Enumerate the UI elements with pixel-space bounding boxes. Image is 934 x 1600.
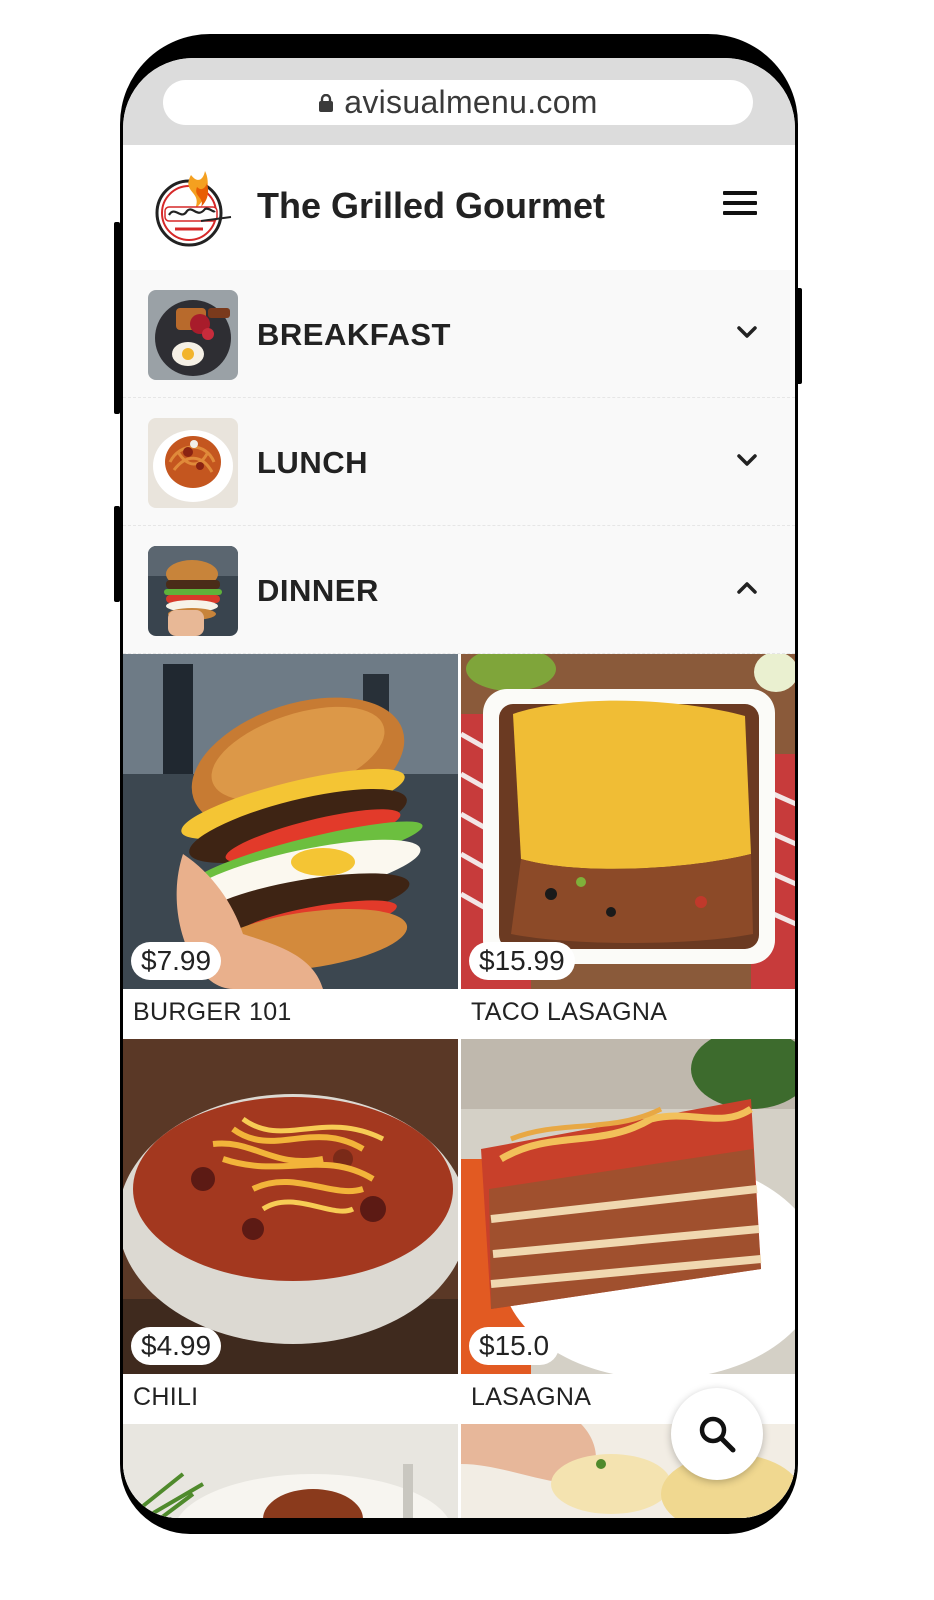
search-button[interactable]	[671, 1388, 763, 1480]
restaurant-logo	[155, 171, 232, 247]
lasagna-photo	[461, 1039, 795, 1374]
app-header: The Grilled Gourmet	[123, 145, 795, 271]
phone-side-button-right	[796, 288, 802, 384]
dinner-thumbnail	[148, 546, 238, 636]
category-label-breakfast: BREAKFAST	[257, 317, 451, 352]
url-field[interactable]: avisualmenu.com	[163, 80, 753, 125]
price-badge: $15.0	[469, 1327, 560, 1365]
menu-item-card[interactable]: $4.99 CHILI	[123, 1039, 458, 1421]
item-name: TACO LASAGNA	[471, 998, 668, 1026]
restaurant-name: The Grilled Gourmet	[257, 185, 606, 226]
lock-icon	[319, 93, 334, 112]
taco-lasagna-photo	[461, 654, 795, 989]
burger-photo	[123, 654, 458, 989]
category-dinner[interactable]: DINNER	[123, 526, 795, 654]
phone-screen: avisualmenu.com The Grilled Gourmet BREA…	[123, 58, 795, 1518]
phone-side-button-left-bottom	[114, 506, 120, 602]
category-label-dinner: DINNER	[257, 573, 379, 608]
item-name: LASAGNA	[471, 1383, 592, 1411]
price-badge: $15.99	[469, 942, 575, 980]
category-label-lunch: LUNCH	[257, 445, 368, 480]
price-badge: $7.99	[131, 942, 222, 980]
category-breakfast[interactable]: BREAKFAST	[123, 270, 795, 398]
breakfast-thumbnail	[148, 290, 238, 380]
chevron-down-icon[interactable]	[735, 322, 759, 342]
dish-photo	[123, 1424, 458, 1518]
menu-item-card[interactable]: $15.99 TACO LASAGNA	[461, 654, 795, 1036]
phone-side-button-left-top	[114, 222, 120, 414]
menu-item-card[interactable]: $7.99 BURGER 101	[123, 654, 458, 1036]
chevron-down-icon[interactable]	[735, 450, 759, 470]
url-text: avisualmenu.com	[344, 84, 598, 120]
category-list: BREAKFAST LUNCH DINNER	[123, 270, 795, 654]
search-icon	[699, 1416, 736, 1453]
chevron-up-icon[interactable]	[735, 578, 759, 598]
chili-photo	[123, 1039, 458, 1374]
lunch-thumbnail	[148, 418, 238, 508]
hamburger-menu-icon[interactable]	[723, 191, 757, 225]
item-name: CHILI	[133, 1383, 199, 1411]
browser-address-bar: avisualmenu.com	[123, 58, 795, 145]
menu-item-card[interactable]: $15.0 LASAGNA	[461, 1039, 795, 1421]
menu-item-card[interactable]	[123, 1424, 458, 1518]
price-badge: $4.99	[131, 1327, 222, 1365]
item-name: BURGER 101	[133, 998, 292, 1026]
category-lunch[interactable]: LUNCH	[123, 398, 795, 526]
